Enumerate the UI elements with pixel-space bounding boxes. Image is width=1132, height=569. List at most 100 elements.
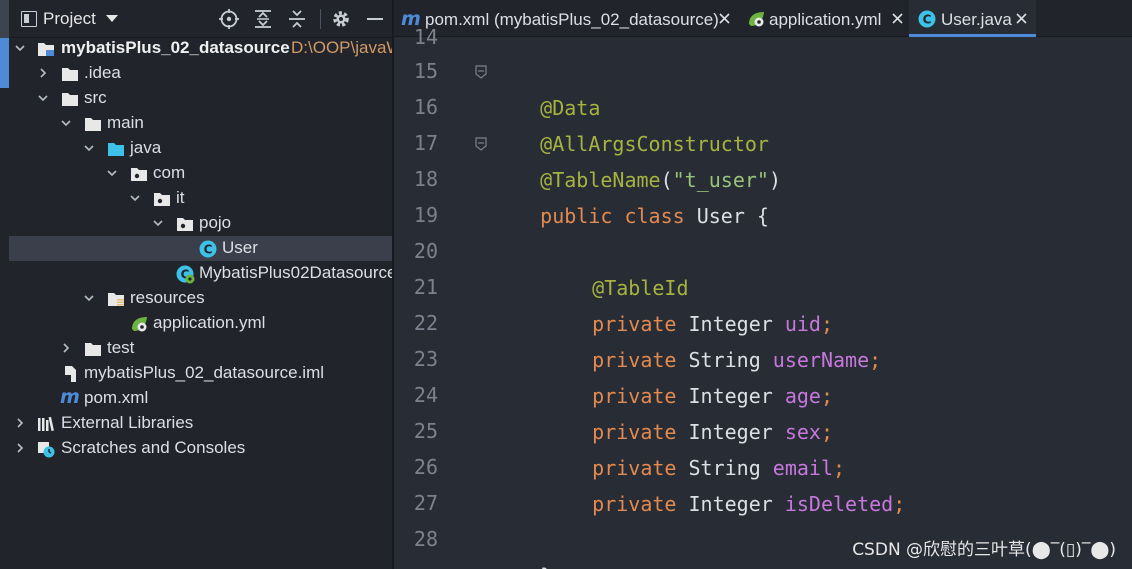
chevron-down-icon[interactable] xyxy=(106,167,118,179)
tree-item-label: User xyxy=(222,238,258,257)
code-line-25: private String email; xyxy=(544,414,845,480)
tree-item-test[interactable]: test xyxy=(9,336,393,361)
tree-item-label: it xyxy=(176,188,185,207)
tree-item-com[interactable]: com xyxy=(9,161,393,186)
keyword: public class xyxy=(540,204,697,228)
java-class-icon: C xyxy=(918,10,936,28)
folder-icon xyxy=(62,93,78,106)
tree-item-project-root[interactable]: mybatisPlus_02_datasource D:\OOP\javaW xyxy=(9,36,393,61)
semicolon: ; xyxy=(869,348,882,372)
package-icon xyxy=(154,193,170,206)
line-number: 15 xyxy=(413,59,438,83)
tree-item-label: test xyxy=(107,338,135,357)
folder-icon xyxy=(85,343,101,356)
locate-icon[interactable] xyxy=(218,8,240,30)
tree-item-idea[interactable]: .idea xyxy=(9,61,393,86)
tree-item-resources[interactable]: resources xyxy=(9,286,393,311)
tree-item-main[interactable]: main xyxy=(9,111,393,136)
code-line-24: private Integer sex; xyxy=(544,378,833,444)
code-line-16: @AllArgsConstructor xyxy=(492,90,769,156)
hide-panel-icon[interactable] xyxy=(364,8,386,30)
tree-item-java[interactable]: java xyxy=(9,136,393,161)
tree-item-iml[interactable]: mybatisPlus_02_datasource.iml xyxy=(9,361,393,386)
header-divider xyxy=(320,9,321,29)
tree-item-pojo[interactable]: pojo xyxy=(9,211,393,236)
line-number: 27 xyxy=(413,491,438,515)
resources-folder-icon xyxy=(108,293,124,306)
folder-icon xyxy=(85,118,101,131)
iml-file-icon xyxy=(65,366,76,382)
tree-item-scratches[interactable]: Scratches and Consoles xyxy=(9,436,393,461)
chevron-down-icon[interactable] xyxy=(83,142,95,154)
project-panel-header: Project xyxy=(0,0,393,38)
class-name: User { xyxy=(696,204,769,228)
fold-icon[interactable] xyxy=(474,137,488,151)
tree-item-label: pom.xml xyxy=(84,388,149,407)
tab-label: User.java xyxy=(941,10,1012,29)
chevron-down-icon[interactable] xyxy=(37,92,49,104)
tab-application-yml[interactable]: application.yml xyxy=(740,0,909,37)
keyword: private xyxy=(592,492,689,516)
tree-item-application-class[interactable]: C MybatisPlus02Datasource xyxy=(9,261,393,286)
line-number: 16 xyxy=(413,95,438,119)
line-number: 20 xyxy=(413,239,438,263)
tree-item-application-yml[interactable]: application.yml xyxy=(9,311,393,336)
chevron-down-icon[interactable] xyxy=(152,217,164,229)
tree-item-src[interactable]: src xyxy=(9,86,393,111)
tab-pom-xml[interactable]: m pom.xml (mybatisPlus_02_datasource) xyxy=(394,0,740,37)
collapse-all-icon[interactable] xyxy=(286,8,308,30)
tree-item-external-libraries[interactable]: External Libraries xyxy=(9,411,393,436)
svg-text:C: C xyxy=(923,13,932,27)
svg-text:C: C xyxy=(204,243,213,257)
chevron-down-icon[interactable] xyxy=(129,192,141,204)
line-number: 21 xyxy=(413,275,438,299)
tree-item-pom[interactable]: m pom.xml xyxy=(9,386,393,411)
chevron-right-icon[interactable] xyxy=(14,442,26,454)
chevron-down-icon[interactable] xyxy=(14,42,26,54)
line-number-gutter: 14 15 16 17 18 19 20 21 22 23 24 25 26 2… xyxy=(394,25,480,569)
tree-item-it[interactable]: it xyxy=(9,186,393,211)
tree-item-label: mybatisPlus_02_datasource.iml xyxy=(84,363,325,382)
folder-icon xyxy=(62,68,78,81)
close-icon[interactable] xyxy=(892,13,903,24)
package-icon xyxy=(131,168,147,181)
maven-icon: m xyxy=(60,386,80,408)
gear-icon[interactable] xyxy=(330,8,352,30)
tab-label: application.yml xyxy=(769,10,882,29)
chevron-down-icon[interactable] xyxy=(83,292,95,304)
chevron-right-icon[interactable] xyxy=(37,67,49,79)
expand-all-icon[interactable] xyxy=(252,8,274,30)
field-name: isDeleted xyxy=(784,492,894,516)
project-panel: Project mybatisPlus_02_datasource D:\OOP… xyxy=(0,0,393,569)
scratches-icon xyxy=(38,442,55,458)
code-line-26: private Integer isDeleted; xyxy=(544,450,905,516)
library-icon xyxy=(38,416,54,432)
line-number: 14 xyxy=(413,25,438,49)
source-folder-icon xyxy=(108,143,124,156)
tool-window-strip xyxy=(0,0,9,38)
fold-icon[interactable] xyxy=(474,65,488,79)
tree-item-label: MybatisPlus02Datasource xyxy=(199,263,393,282)
code-line-17: @TableName("t_user") xyxy=(492,126,781,192)
tree-item-user[interactable]: C User xyxy=(9,236,393,261)
spring-yml-icon xyxy=(132,317,147,332)
tab-user-java[interactable]: C User.java xyxy=(909,0,1036,37)
chevron-down-icon[interactable] xyxy=(60,117,72,129)
spring-boot-class-icon: C xyxy=(176,265,195,284)
line-number: 28 xyxy=(413,527,438,551)
panel-title[interactable]: Project xyxy=(43,9,96,29)
line-number: 17 xyxy=(413,131,438,155)
tree-item-label: main xyxy=(107,113,144,132)
view-dropdown-icon[interactable] xyxy=(106,15,118,22)
close-icon[interactable] xyxy=(1016,13,1027,24)
type: Integer xyxy=(688,492,785,516)
chevron-right-icon[interactable] xyxy=(14,417,26,429)
close-icon[interactable] xyxy=(719,13,730,24)
code-editor[interactable]: 14 15 16 17 18 19 20 21 22 23 24 25 26 2… xyxy=(394,25,1132,569)
tree-item-label: src xyxy=(84,88,107,107)
code-line-18: public class User { xyxy=(492,162,769,228)
tree-item-label: Scratches and Consoles xyxy=(61,438,246,457)
chevron-right-icon[interactable] xyxy=(60,342,72,354)
line-number: 23 xyxy=(413,347,438,371)
spring-yml-icon xyxy=(749,12,764,27)
